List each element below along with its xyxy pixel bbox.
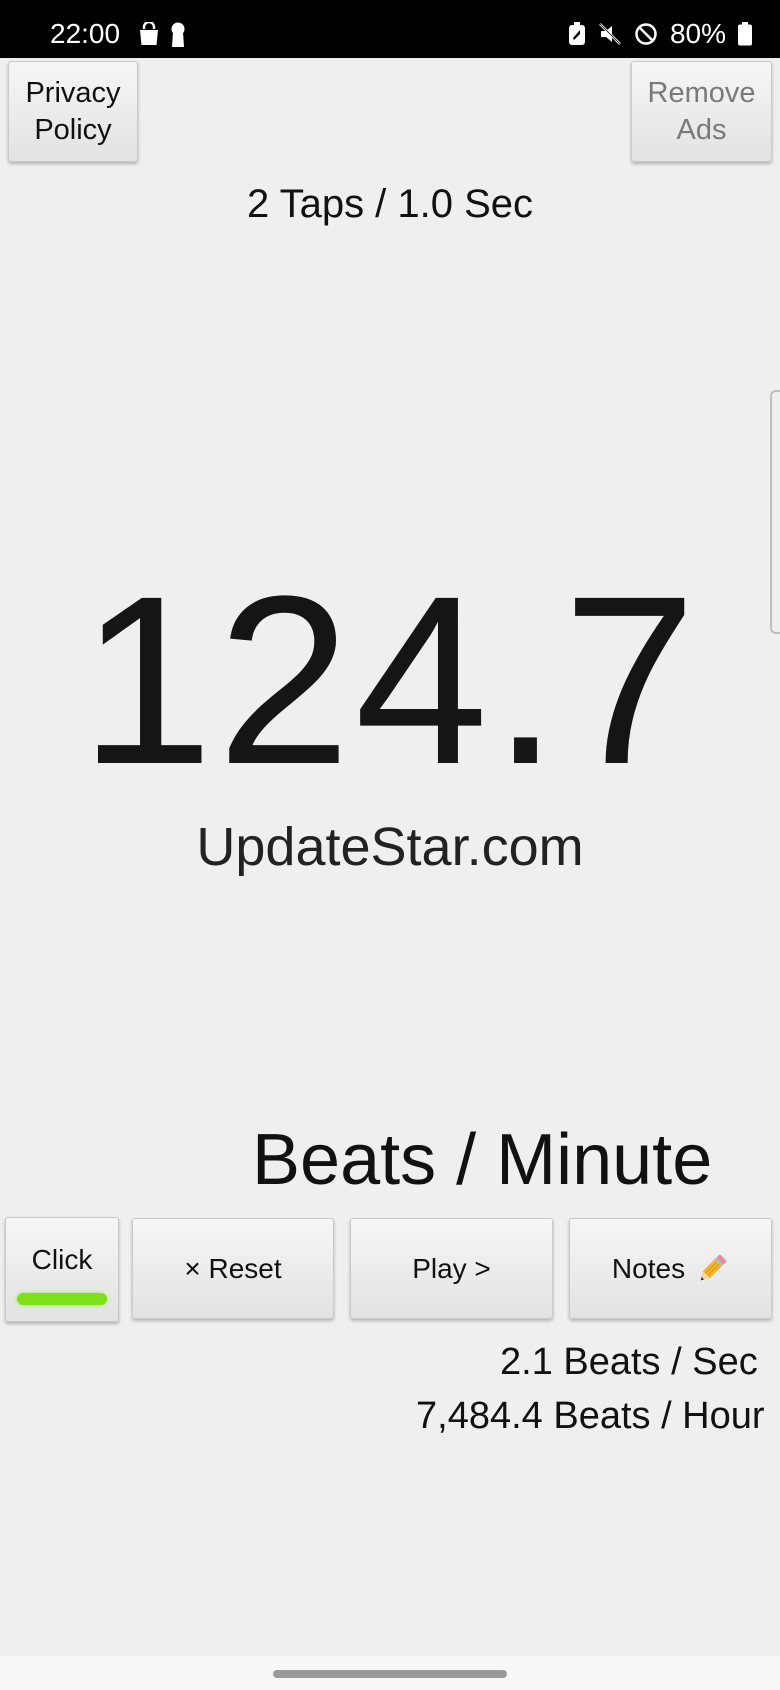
pencil-icon: [700, 1254, 727, 1280]
click-toggle-button[interactable]: Click: [5, 1217, 119, 1322]
mute-icon: [599, 23, 621, 45]
status-left-icons: [138, 22, 186, 48]
keyhole-icon: [171, 22, 185, 47]
notes-label: Notes: [611, 1253, 686, 1284]
site-label: UpdateStar.com: [196, 817, 584, 877]
status-bar: 22:00 80%: [0, 0, 780, 58]
privacy-policy-button[interactable]: Privacy Policy: [8, 61, 138, 162]
shopping-bag-icon: [140, 22, 158, 45]
status-right-group: 80%: [568, 20, 752, 48]
play-button[interactable]: Play >: [350, 1218, 553, 1319]
do-not-disturb-icon: [635, 23, 657, 45]
click-label: Click: [31, 1244, 93, 1275]
bpm-value: 124.7: [79, 546, 701, 814]
taps-info: 2 Taps / 1.0 Sec: [246, 182, 534, 226]
notes-button[interactable]: Notes: [569, 1218, 772, 1319]
scroll-indicator[interactable]: [770, 390, 780, 634]
beats-per-hour: 7,484.4 Beats / Hour: [416, 1395, 765, 1437]
home-indicator[interactable]: [273, 1670, 507, 1678]
battery-icon: [738, 22, 752, 46]
reset-button[interactable]: × Reset: [132, 1218, 334, 1319]
battery-percent: 80%: [669, 18, 726, 49]
click-indicator-bar: [17, 1293, 107, 1305]
beats-per-second: 2.1 Beats / Sec: [500, 1341, 758, 1383]
unit-label: Beats / Minute: [252, 1120, 713, 1200]
status-time: 22:00: [50, 18, 121, 49]
remove-ads-button[interactable]: Remove Ads: [631, 61, 772, 162]
battery-saver-icon: [568, 22, 585, 45]
